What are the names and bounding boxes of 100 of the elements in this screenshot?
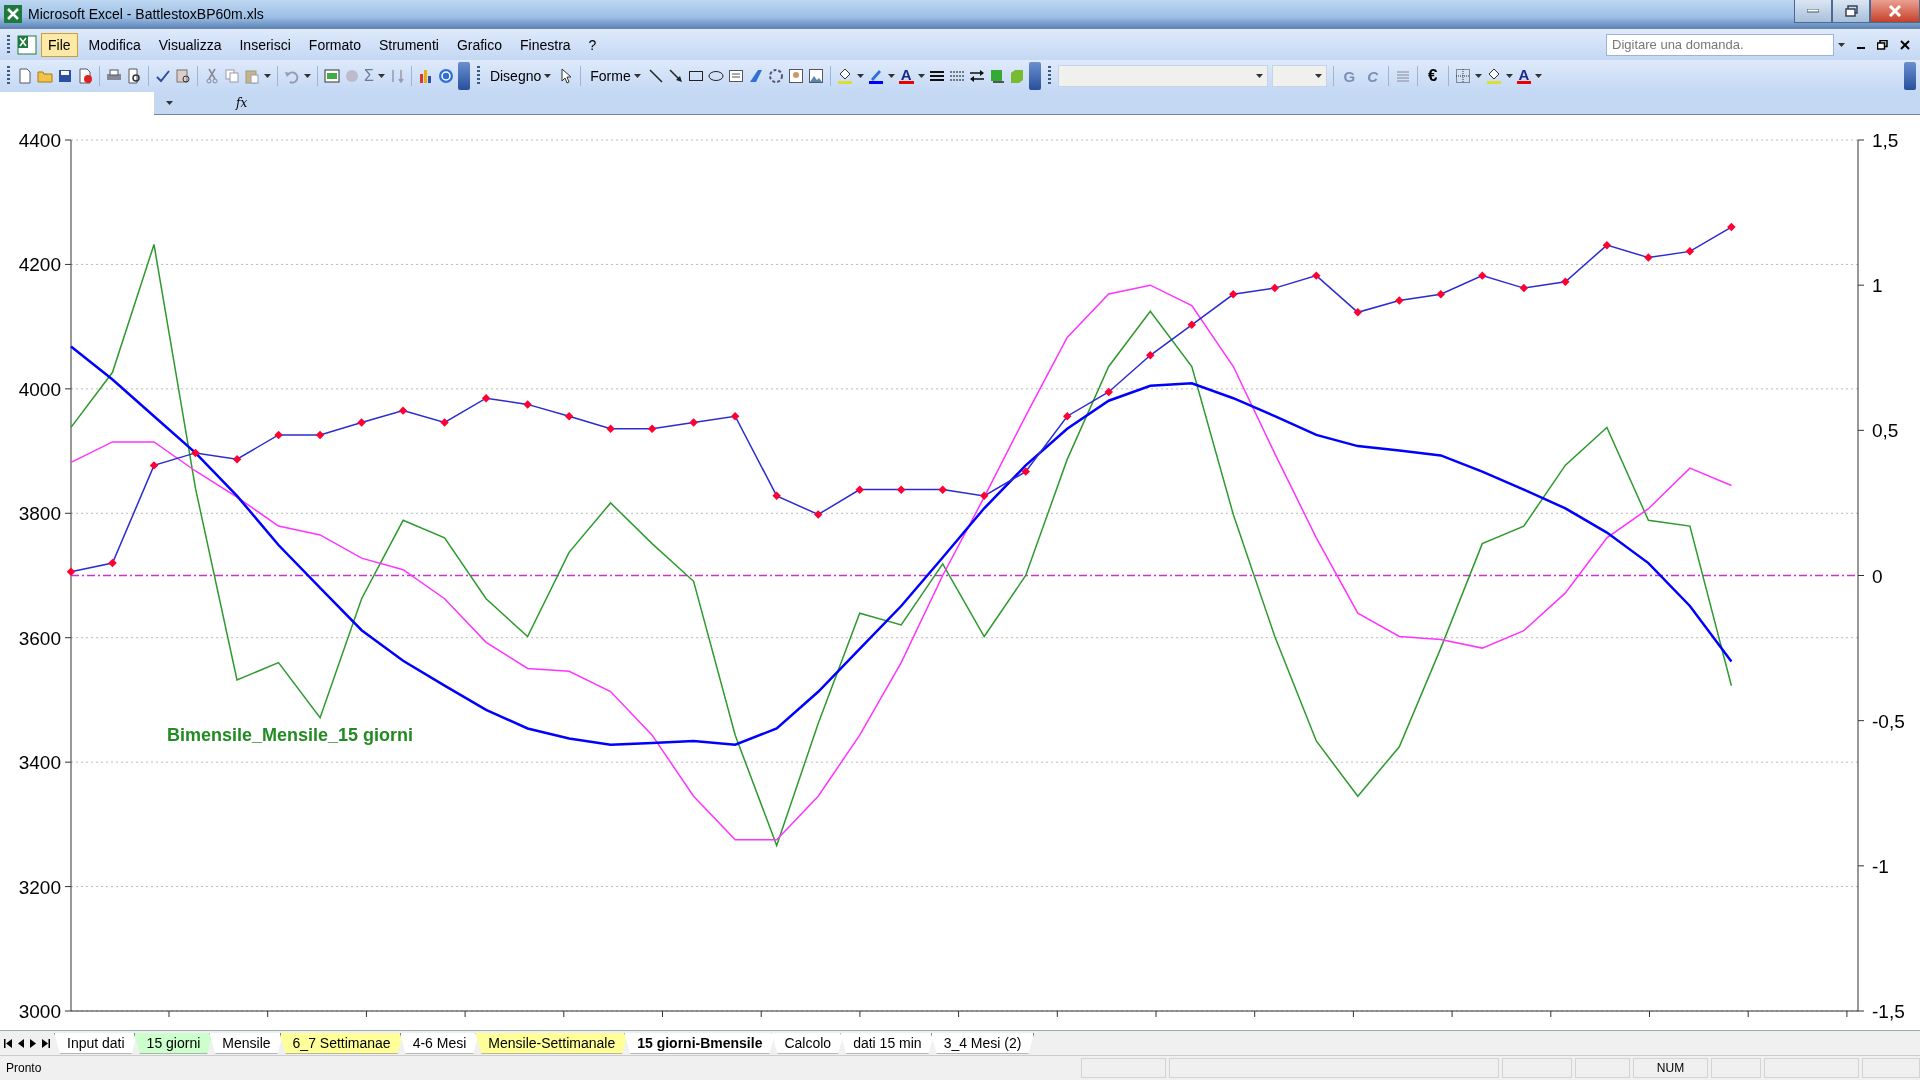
sheet-tab[interactable]: 15 giorni xyxy=(133,1032,214,1054)
help-icon[interactable] xyxy=(437,68,454,84)
toolbar-overflow-button[interactable] xyxy=(1904,62,1916,90)
line-color-icon[interactable] xyxy=(867,68,884,84)
minimize-button[interactable] xyxy=(1794,0,1832,23)
toolbar-overflow-button[interactable] xyxy=(457,62,470,90)
banknote-icon[interactable] xyxy=(324,68,340,84)
data-point xyxy=(1104,387,1113,397)
axis-label: -0,5 xyxy=(1872,710,1905,732)
data-point xyxy=(1727,222,1736,232)
menu-item[interactable]: Strumenti xyxy=(371,32,446,57)
insert-function-button[interactable]: fx xyxy=(236,96,248,110)
shadow-icon[interactable] xyxy=(988,68,1005,84)
caret-icon[interactable] xyxy=(1505,74,1513,78)
caret-icon[interactable] xyxy=(1838,42,1845,47)
restore-button[interactable] xyxy=(1832,0,1870,23)
sheet-tab[interactable]: dati 15 min xyxy=(840,1032,935,1054)
caret-icon[interactable] xyxy=(1535,74,1543,78)
menu-item[interactable]: File xyxy=(41,32,78,57)
menu-item[interactable]: Formato xyxy=(301,32,368,57)
rectangle-icon[interactable] xyxy=(687,68,704,84)
sheet-tab[interactable]: 3_4 Mesi (2) xyxy=(930,1032,1035,1054)
restore-icon[interactable] xyxy=(1877,39,1888,50)
scissors-icon[interactable] xyxy=(204,68,220,84)
font-color-button[interactable]: A xyxy=(898,68,914,84)
data-point xyxy=(1063,412,1072,421)
sheet-tab[interactable]: Mensile-Settimanale xyxy=(475,1032,629,1054)
text-box-icon[interactable] xyxy=(727,68,744,84)
save-icon[interactable] xyxy=(57,68,73,84)
fill-color-icon[interactable] xyxy=(836,68,853,84)
clip-art-icon[interactable] xyxy=(787,68,804,84)
next-sheet-icon[interactable] xyxy=(30,1038,36,1048)
caret-icon[interactable] xyxy=(1474,74,1482,78)
menu-item[interactable]: Inserisci xyxy=(232,32,298,57)
caret-icon[interactable] xyxy=(544,74,552,78)
data-point xyxy=(1602,240,1612,250)
data-point xyxy=(647,424,657,433)
arrows-icon[interactable] xyxy=(968,68,985,84)
line-style-icon[interactable] xyxy=(928,68,945,84)
sheet-tab[interactable]: Input dati xyxy=(54,1032,138,1054)
caret-icon[interactable] xyxy=(304,74,311,78)
caret-icon[interactable] xyxy=(917,74,925,78)
menu-item[interactable]: Grafico xyxy=(449,32,509,57)
close-icon[interactable] xyxy=(1900,39,1910,50)
caret-icon[interactable] xyxy=(264,74,271,78)
data-point xyxy=(1187,320,1196,329)
sheet-tab[interactable]: 6_7 Settimanae xyxy=(279,1032,404,1054)
data-point xyxy=(398,406,408,415)
previous-sheet-icon[interactable] xyxy=(18,1038,24,1048)
slanted-shape-icon[interactable] xyxy=(747,68,764,84)
last-sheet-icon[interactable] xyxy=(42,1038,50,1048)
sheet-tab[interactable]: Calcolo xyxy=(771,1032,845,1054)
sheet-tab[interactable]: 4-6 Mesi xyxy=(399,1032,480,1054)
picture-icon[interactable] xyxy=(807,68,824,84)
fill-color-icon[interactable] xyxy=(1485,68,1502,84)
data-point xyxy=(606,424,615,433)
axis-label: 4000 xyxy=(18,378,61,400)
axis-label: 4200 xyxy=(18,254,61,276)
font-color-button[interactable]: A xyxy=(1516,68,1532,84)
axis-label: 3000 xyxy=(18,1001,61,1022)
caret-icon[interactable] xyxy=(1314,74,1322,78)
caret-icon[interactable] xyxy=(377,74,385,78)
axis-label: 1,5 xyxy=(1872,130,1899,151)
data-point xyxy=(274,430,283,440)
menu-item[interactable]: Modifica xyxy=(81,32,148,57)
close-button[interactable] xyxy=(1870,0,1920,23)
spreadsheet-app-icon xyxy=(4,5,22,23)
bar-chart-icon[interactable] xyxy=(417,68,434,84)
data-point xyxy=(730,412,740,421)
menu-item[interactable]: Visualizza xyxy=(151,32,229,57)
arrow-icon[interactable] xyxy=(667,68,684,84)
caret-icon[interactable] xyxy=(633,74,641,78)
document-icon[interactable] xyxy=(77,68,93,84)
data-point xyxy=(1229,290,1238,299)
ellipse-icon[interactable] xyxy=(707,68,724,84)
menu-item[interactable]: ? xyxy=(581,32,604,57)
line-icon[interactable] xyxy=(647,68,664,84)
axis-label: 4400 xyxy=(18,130,61,151)
menu-item[interactable]: Finestra xyxy=(513,32,578,57)
spreadsheet-icon[interactable] xyxy=(17,34,37,55)
print-preview-icon[interactable] xyxy=(126,68,142,84)
data-point xyxy=(357,418,366,427)
help-search-field[interactable]: Digitare una domanda. xyxy=(1606,33,1834,56)
shapes-menu-button[interactable]: Forme xyxy=(587,68,644,84)
toolbar-overflow-button[interactable] xyxy=(1028,62,1041,90)
caret-icon[interactable] xyxy=(165,101,173,105)
first-sheet-icon[interactable] xyxy=(4,1038,12,1048)
sheet-tab[interactable]: 15 giorni-Bmensile xyxy=(624,1032,776,1054)
data-point xyxy=(1395,296,1404,305)
checkmark-icon[interactable] xyxy=(155,68,171,84)
sheet-tab[interactable]: Mensile xyxy=(209,1032,284,1054)
dash-style-icon[interactable] xyxy=(948,68,965,84)
new-file-icon[interactable] xyxy=(17,68,33,84)
currency-button[interactable]: € xyxy=(1424,66,1442,86)
ring-icon[interactable] xyxy=(767,68,784,84)
caret-icon[interactable] xyxy=(1255,74,1263,78)
axis-label: 3800 xyxy=(18,503,61,525)
caret-icon[interactable] xyxy=(856,74,864,78)
caret-icon[interactable] xyxy=(887,74,895,78)
draw-menu-button[interactable]: Disegno xyxy=(486,68,555,84)
